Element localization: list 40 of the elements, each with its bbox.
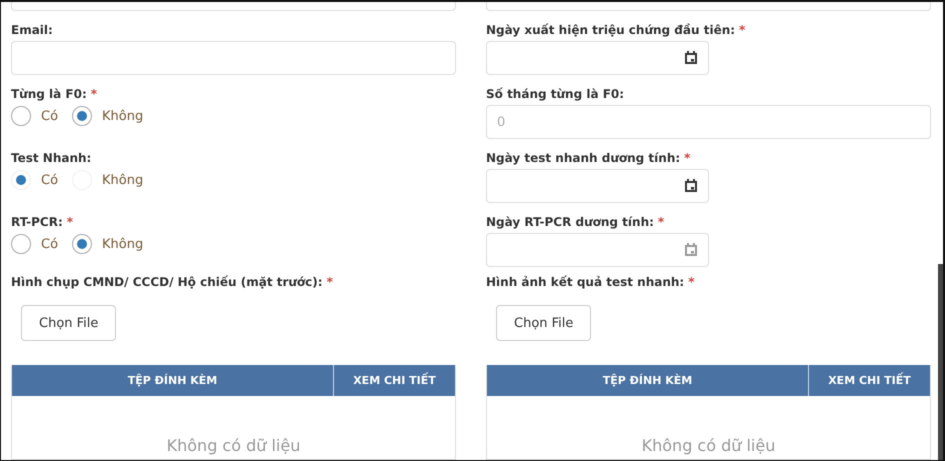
radio-button[interactable]	[72, 234, 92, 254]
field-label: Hình chụp CMND/ CCCD/ Hộ chiếu (mặt trước):	[11, 275, 323, 289]
choose-file-button[interactable]: Chọn File	[21, 305, 116, 341]
required-mark: *	[326, 275, 333, 289]
field-label: Hình ảnh kết quả test nhanh:	[486, 275, 684, 289]
calendar-icon[interactable]	[684, 51, 698, 65]
calendar-icon[interactable]	[684, 179, 698, 193]
field-label: Ngày test nhanh dương tính:	[486, 151, 680, 165]
field-label: Ngày xuất hiện triệu chứng đầu tiên:	[486, 23, 736, 37]
radio-label[interactable]: Không	[102, 236, 144, 252]
radio-button[interactable]	[11, 234, 31, 254]
choose-file-button[interactable]: Chọn File	[496, 305, 592, 341]
radio-button[interactable]	[72, 106, 92, 126]
radio-label[interactable]: Không	[102, 108, 144, 124]
radio-label[interactable]: Có	[41, 236, 58, 252]
required-mark: *	[658, 215, 664, 229]
field-label: Từng là F0:	[11, 87, 87, 101]
column-header: XEM CHI TIẾT	[352, 371, 437, 389]
empty-message: Không có dữ liệu	[166, 436, 300, 457]
input-field[interactable]: 0	[487, 106, 930, 138]
field-label: Test Nhanh:	[11, 151, 92, 165]
column-header: TỆP ĐÍNH KÈM	[487, 365, 809, 396]
field-label: Số tháng từng là F0:	[486, 87, 624, 101]
column-header: XEM CHI TIẾT	[827, 371, 912, 389]
scrollbar[interactable]	[938, 264, 943, 460]
field-label: Ngày RT-PCR dương tính:	[486, 215, 654, 229]
empty-message: Không có dữ liệu	[642, 436, 776, 457]
required-mark: *	[739, 23, 746, 37]
required-mark: *	[684, 151, 690, 165]
radio-label[interactable]: Có	[41, 108, 58, 124]
input-field[interactable]	[11, 41, 456, 75]
required-mark: *	[688, 275, 695, 289]
required-mark: *	[90, 87, 98, 101]
date-field[interactable]	[486, 41, 709, 75]
field-label: RT-PCR:	[11, 215, 63, 229]
date-field[interactable]	[486, 169, 709, 203]
radio-button[interactable]	[11, 106, 31, 126]
column-header: TỆP ĐÍNH KÈM	[12, 365, 334, 396]
field-label: Email:	[11, 23, 53, 37]
required-mark: *	[66, 215, 74, 229]
